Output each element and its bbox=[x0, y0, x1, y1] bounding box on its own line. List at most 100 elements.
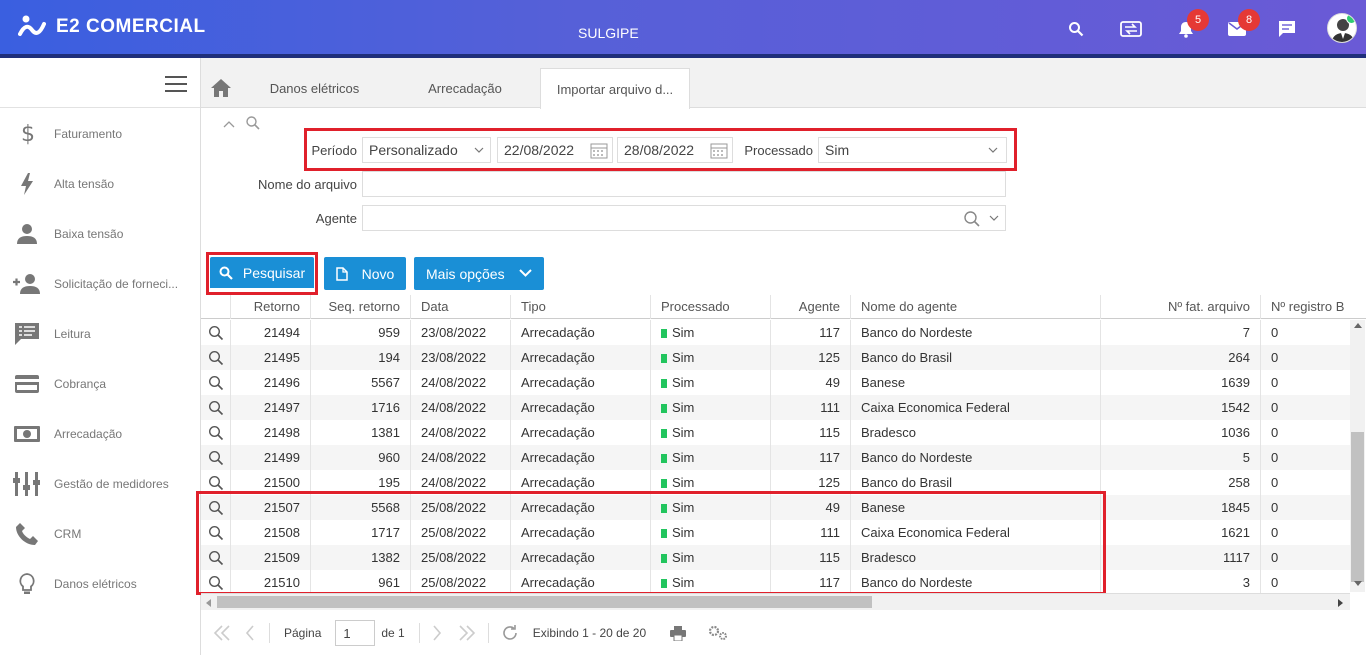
sidebar-item-solicitacao[interactable]: Solicitação de forneci... bbox=[0, 259, 200, 309]
table-cell: Arrecadação bbox=[511, 395, 651, 420]
table-row[interactable]: 21497 1716 24/08/2022 Arrecadação Sim 111 Caix… bbox=[201, 395, 1350, 420]
processado-select[interactable]: Sim bbox=[818, 137, 1007, 163]
table-row[interactable]: 21499 960 24/08/2022 Arrecadação Sim 117 Banco… bbox=[201, 445, 1350, 470]
search-icon[interactable] bbox=[963, 210, 981, 228]
sidebar-item-gestao-medidores[interactable]: Gestão de medidores bbox=[0, 459, 200, 509]
more-options-button[interactable]: Mais opções bbox=[414, 257, 544, 290]
table-cell: 0 bbox=[1271, 375, 1279, 390]
table-row[interactable]: 21498 1381 24/08/2022 Arrecadação Sim 115 Brad… bbox=[201, 420, 1350, 445]
table-cell: 21497 bbox=[231, 395, 311, 420]
sidebar-item-danos-eletricos[interactable]: Danos elétricos bbox=[0, 559, 200, 609]
row-search-icon[interactable] bbox=[201, 345, 231, 370]
table-cell: 194 bbox=[311, 345, 411, 370]
table-cell: Sim bbox=[651, 420, 771, 445]
document-icon bbox=[335, 266, 348, 281]
search-button[interactable]: Pesquisar bbox=[210, 257, 314, 290]
calendar-icon[interactable] bbox=[710, 142, 728, 159]
bell-icon[interactable]: 5 bbox=[1175, 9, 1209, 40]
sidebar-item-leitura[interactable]: Leitura bbox=[0, 309, 200, 359]
new-button[interactable]: Novo bbox=[324, 257, 406, 290]
column-header[interactable]: Agente bbox=[771, 295, 851, 319]
tab-arrecadacao[interactable]: Arrecadação bbox=[397, 68, 533, 108]
row-search-icon[interactable] bbox=[201, 420, 231, 445]
row-search-icon[interactable] bbox=[201, 370, 231, 395]
column-header[interactable]: Tipo bbox=[511, 295, 651, 319]
next-page-icon[interactable] bbox=[432, 625, 442, 641]
brand-logo[interactable]: E2 COMERCIAL bbox=[18, 14, 206, 40]
table-cell: 0 bbox=[1271, 575, 1279, 590]
vertical-scrollbar[interactable] bbox=[1350, 320, 1365, 592]
calendar-icon[interactable] bbox=[590, 142, 608, 159]
table-cell: 24/08/2022 bbox=[411, 395, 511, 420]
sidebar-item-faturamento[interactable]: $ Faturamento bbox=[0, 109, 200, 159]
sidebar-item-crm[interactable]: CRM bbox=[0, 509, 200, 559]
first-page-icon[interactable] bbox=[213, 625, 231, 641]
column-header[interactable]: Processado bbox=[651, 295, 771, 319]
chevron-down-icon[interactable] bbox=[989, 215, 999, 222]
prev-page-icon[interactable] bbox=[245, 625, 255, 641]
dollar-icon: $ bbox=[0, 122, 54, 146]
tab-importar-arquivo[interactable]: Importar arquivo d... bbox=[540, 68, 690, 109]
date-to-field[interactable]: 28/08/2022 bbox=[617, 137, 733, 163]
column-header[interactable]: Nome do agente bbox=[851, 295, 1101, 319]
nome-arquivo-input[interactable] bbox=[362, 171, 1006, 197]
table-row[interactable]: 21494 959 23/08/2022 Arrecadação Sim 117 Banco… bbox=[201, 320, 1350, 345]
print-icon[interactable] bbox=[670, 625, 687, 641]
column-header[interactable]: Data bbox=[411, 295, 511, 319]
status-indicator bbox=[661, 329, 667, 339]
mail-icon[interactable]: 8 bbox=[1226, 9, 1260, 40]
scroll-right-icon[interactable] bbox=[1338, 599, 1344, 607]
sidebar-item-alta-tensao[interactable]: Alta tensão bbox=[0, 159, 200, 209]
switch-icon[interactable] bbox=[1120, 18, 1142, 40]
column-header[interactable]: Nº fat. arquivo bbox=[1101, 295, 1261, 319]
search-button-label: Pesquisar bbox=[242, 264, 306, 281]
table-header: Retorno Seq. retorno Data Tipo Processado Age… bbox=[201, 295, 1366, 319]
horizontal-scrollbar[interactable] bbox=[201, 593, 1350, 610]
column-header[interactable]: Retorno bbox=[231, 295, 311, 319]
sidebar-item-label: Leitura bbox=[54, 327, 91, 341]
table-cell: 24/08/2022 bbox=[411, 370, 511, 395]
horizontal-scroll-thumb[interactable] bbox=[217, 596, 872, 608]
table-cell: Arrecadação bbox=[511, 420, 651, 445]
settings-icon[interactable] bbox=[708, 625, 728, 641]
column-header[interactable]: Seq. retorno bbox=[311, 295, 411, 319]
column-header[interactable]: Nº registro B bbox=[1261, 295, 1351, 319]
tab-danos-eletricos[interactable]: Danos elétricos bbox=[241, 68, 388, 108]
last-page-icon[interactable] bbox=[458, 625, 476, 641]
table-cell: 1845 bbox=[1101, 495, 1261, 520]
home-tab[interactable] bbox=[201, 68, 241, 108]
table-cell: Caixa Economica Federal bbox=[851, 395, 1101, 420]
row-search-icon[interactable] bbox=[201, 320, 231, 345]
filter-search-icon[interactable] bbox=[245, 115, 261, 136]
sidebar-item-cobranca[interactable]: Cobrança bbox=[0, 359, 200, 409]
user-avatar[interactable] bbox=[1327, 13, 1357, 43]
table-cell: 117 bbox=[771, 445, 851, 470]
refresh-icon[interactable] bbox=[501, 624, 519, 642]
vertical-scroll-thumb[interactable] bbox=[1351, 432, 1364, 582]
scroll-left-icon[interactable] bbox=[205, 599, 211, 607]
search-icon[interactable] bbox=[1065, 18, 1087, 40]
menu-toggle-icon[interactable] bbox=[165, 76, 187, 92]
status-text: Sim bbox=[672, 375, 695, 390]
row-search-icon[interactable] bbox=[201, 395, 231, 420]
chat-icon[interactable] bbox=[1276, 18, 1298, 40]
sidebar-divider bbox=[0, 107, 200, 108]
row-search-icon[interactable] bbox=[201, 445, 231, 470]
table-cell: Banco do Brasil bbox=[851, 345, 1101, 370]
table-cell: 7 bbox=[1101, 320, 1261, 345]
table-row[interactable]: 21496 5567 24/08/2022 Arrecadação Sim 49 Banes… bbox=[201, 370, 1350, 395]
date-from-field[interactable]: 22/08/2022 bbox=[497, 137, 613, 163]
pager-divider bbox=[487, 623, 489, 643]
periodo-select[interactable]: Personalizado bbox=[362, 137, 491, 163]
scroll-up-icon[interactable] bbox=[1354, 322, 1362, 328]
sidebar-item-arrecadacao[interactable]: Arrecadação bbox=[0, 409, 200, 459]
table-row[interactable]: 21495 194 23/08/2022 Arrecadação Sim 125 Banco… bbox=[201, 345, 1350, 370]
scroll-down-icon[interactable] bbox=[1354, 581, 1362, 587]
add-person-icon bbox=[0, 274, 54, 294]
sidebar-item-baixa-tensao[interactable]: Baixa tensão bbox=[0, 209, 200, 259]
page-input[interactable]: 1 bbox=[335, 620, 376, 646]
table-cell: 258 bbox=[1101, 470, 1261, 495]
agente-input[interactable] bbox=[362, 205, 1006, 231]
phone-icon bbox=[0, 523, 54, 545]
collapse-filter-icon[interactable] bbox=[222, 116, 236, 134]
